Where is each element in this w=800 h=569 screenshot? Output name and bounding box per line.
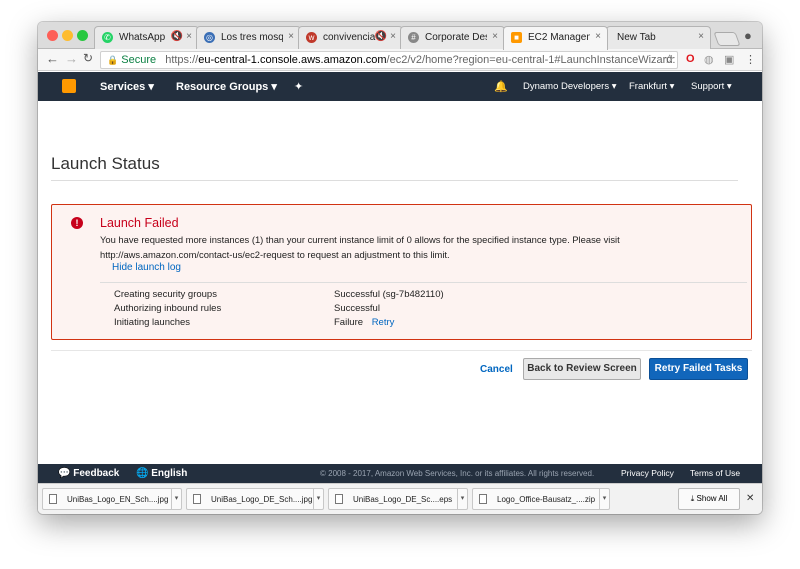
tab-close-icon[interactable]: 🔇 ×: [375, 31, 396, 42]
retry-link[interactable]: Retry: [372, 317, 395, 328]
log-status: Successful: [334, 303, 380, 314]
file-icon: [49, 494, 57, 504]
cancel-button[interactable]: Cancel: [480, 364, 513, 375]
chevron-down-icon[interactable]: ▾: [599, 489, 609, 509]
download-item[interactable]: UniBas_Logo_DE_Sc....eps ▾: [328, 488, 468, 510]
error-icon: !: [71, 217, 83, 229]
address-bar[interactable]: 🔒 Secure https://eu-central-1.console.aw…: [100, 51, 678, 69]
tab-ec2-management[interactable]: ■ EC2 Managemen ×: [503, 26, 608, 50]
download-item[interactable]: UniBas_Logo_EN_Sch....jpg ▾: [42, 488, 182, 510]
speech-bubble-icon: 💬: [58, 468, 71, 479]
log-status: Successful (sg-7b482110): [334, 289, 444, 300]
tab-los-tres[interactable]: ◎ Los tres mosque ×: [196, 26, 301, 49]
hash-icon: #: [408, 32, 419, 43]
error-message: You have requested more instances (1) th…: [100, 234, 620, 260]
log-task: Authorizing inbound rules: [114, 303, 222, 314]
reload-icon[interactable]: ↻: [83, 51, 93, 65]
tab-close-icon[interactable]: ×: [288, 31, 294, 42]
pin-icon[interactable]: ✦: [294, 80, 303, 93]
download-icon: ⤓: [690, 494, 695, 503]
error-alert: ! Launch Failed You have requested more …: [51, 204, 752, 340]
download-item[interactable]: Logo_Office-Bausatz_....zip ▾: [472, 488, 610, 510]
page-title: Launch Status: [51, 154, 160, 173]
tab-strip: ✆ WhatsApp 🔇 × ◎ Los tres mosque × w con…: [38, 22, 762, 50]
file-icon: [335, 494, 343, 504]
maximize-window-button[interactable]: [77, 30, 88, 41]
profile-icon[interactable]: ●: [744, 28, 752, 43]
close-window-button[interactable]: [47, 30, 58, 41]
retry-failed-tasks-button[interactable]: Retry Failed Tasks: [649, 358, 748, 380]
log-divider: [100, 282, 747, 283]
log-status: Failure Retry: [334, 317, 395, 328]
globe-icon: 🌐: [136, 468, 149, 479]
file-icon: [479, 494, 487, 504]
resource-groups-menu[interactable]: Resource Groups ▾: [176, 80, 277, 93]
tab-close-icon[interactable]: ×: [492, 31, 498, 42]
tab-close-icon[interactable]: ×: [595, 31, 601, 42]
back-to-review-button[interactable]: Back to Review Screen: [523, 358, 641, 380]
new-tab-button[interactable]: [713, 32, 741, 46]
tab-close-icon[interactable]: 🔇 ×: [171, 31, 192, 42]
terms-of-use-link[interactable]: Terms of Use: [690, 468, 740, 478]
downloads-bar: UniBas_Logo_EN_Sch....jpg ▾ UniBas_Logo_…: [38, 483, 762, 514]
forward-arrow-icon[interactable]: →: [65, 51, 78, 66]
actions-divider: [51, 350, 752, 351]
extension-icon[interactable]: ◍: [704, 53, 714, 66]
browser-toolbar: ← → ↻ 🔒 Secure https://eu-central-1.cons…: [38, 49, 762, 71]
region-menu[interactable]: Frankfurt ▾: [629, 81, 674, 92]
console-footer: 💬 Feedback 🌐 English © 2008 - 2017, Amaz…: [38, 464, 762, 483]
services-menu[interactable]: Services ▾: [100, 80, 154, 93]
account-menu[interactable]: Dynamo Developers ▾: [523, 81, 617, 92]
menu-kebab-icon[interactable]: ⋮: [745, 53, 756, 66]
lock-icon: 🔒: [107, 55, 119, 65]
tab-close-icon[interactable]: ×: [698, 31, 704, 42]
whatsapp-icon: ✆: [102, 32, 113, 43]
close-icon[interactable]: ✕: [746, 493, 754, 504]
globe-icon: ◎: [204, 32, 215, 43]
show-all-downloads-button[interactable]: ⤓ Show All: [678, 488, 740, 510]
aws-console-nav: Services ▾ Resource Groups ▾ ✦ 🔔 Dynamo …: [38, 72, 762, 101]
chevron-down-icon[interactable]: ▾: [457, 489, 467, 509]
back-arrow-icon[interactable]: ←: [46, 51, 59, 66]
wiki-icon: w: [306, 32, 317, 43]
file-icon: [193, 494, 201, 504]
tab-convivencia[interactable]: w convivencia - 🔇 ×: [298, 26, 403, 49]
tab-new-tab[interactable]: New Tab ×: [606, 26, 711, 49]
copyright-text: © 2008 - 2017, Amazon Web Services, Inc.…: [320, 469, 595, 478]
tab-corporate-design[interactable]: # Corporate Desig ×: [400, 26, 505, 49]
download-item[interactable]: UniBas_Logo_DE_Sch....jpg ▾: [186, 488, 324, 510]
extension-icon[interactable]: ▣: [724, 53, 734, 66]
main-content: Launch Status ! Launch Failed You have r…: [38, 101, 762, 464]
log-task: Initiating launches: [114, 317, 191, 328]
aws-cube-icon[interactable]: [62, 79, 76, 93]
browser-window: ✆ WhatsApp 🔇 × ◎ Los tres mosque × w con…: [38, 22, 762, 514]
support-menu[interactable]: Support ▾: [691, 81, 732, 92]
language-selector[interactable]: 🌐 English: [136, 468, 187, 479]
error-title: Launch Failed: [100, 216, 179, 230]
chevron-down-icon[interactable]: ▾: [171, 489, 181, 509]
aws-box-icon: ■: [511, 32, 522, 43]
hide-launch-log-link[interactable]: Hide launch log: [112, 262, 181, 273]
title-divider: [51, 180, 738, 181]
tab-whatsapp[interactable]: ✆ WhatsApp 🔇 ×: [94, 26, 199, 49]
feedback-link[interactable]: 💬 Feedback: [58, 468, 119, 479]
opera-icon[interactable]: O: [686, 53, 695, 65]
bell-icon[interactable]: 🔔: [494, 80, 508, 93]
bookmark-star-icon[interactable]: ☆: [664, 52, 675, 66]
chevron-down-icon[interactable]: ▾: [313, 489, 323, 509]
log-task: Creating security groups: [114, 289, 217, 300]
privacy-policy-link[interactable]: Privacy Policy: [621, 468, 674, 478]
minimize-window-button[interactable]: [62, 30, 73, 41]
